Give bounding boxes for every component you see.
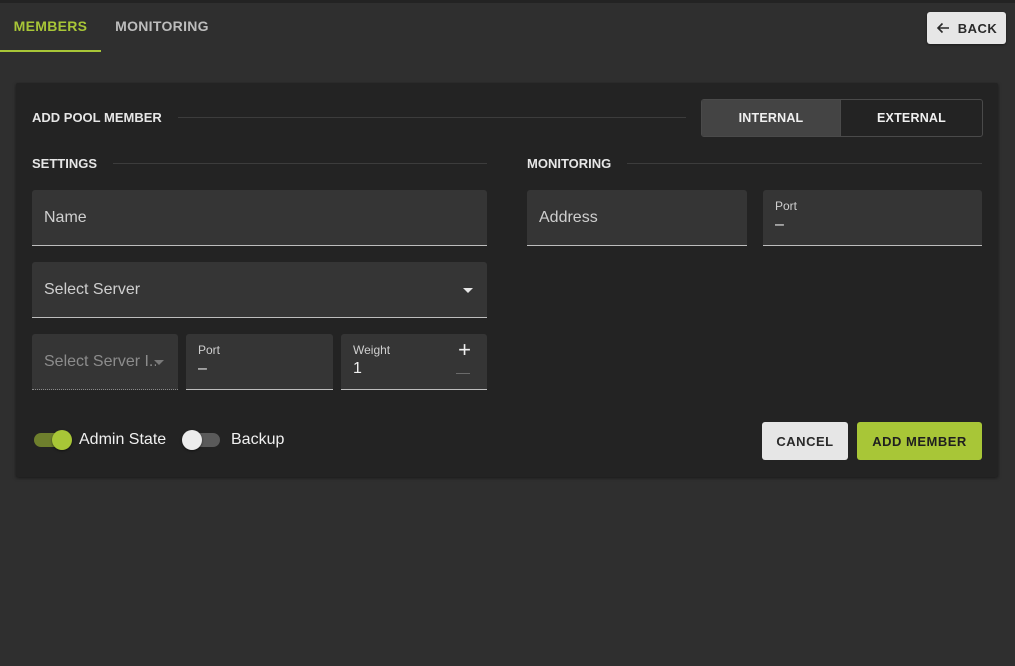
tab-members[interactable]: MEMBERS bbox=[0, 3, 101, 52]
minus-icon[interactable] bbox=[456, 373, 470, 374]
toggle-knob bbox=[52, 430, 72, 450]
external-member-option[interactable]: EXTERNAL MEMBER bbox=[840, 100, 982, 136]
select-server-placeholder: Select Server bbox=[44, 280, 141, 298]
settings-title: SETTINGS bbox=[32, 156, 98, 171]
add-member-button[interactable]: ADD MEMBER bbox=[857, 422, 982, 460]
tab-monitoring[interactable]: MONITORING bbox=[101, 3, 223, 52]
monitoring-address-field[interactable]: Address bbox=[527, 190, 747, 246]
chevron-down-icon bbox=[463, 288, 473, 293]
weight-value: 1 bbox=[353, 360, 362, 377]
add-pool-member-card: ADD POOL MEMBER INTERNAL MEMBER EXTERNAL… bbox=[16, 83, 998, 477]
monitoring-port-value: – bbox=[775, 216, 784, 233]
port-field[interactable]: Port – bbox=[186, 334, 333, 390]
port-value: – bbox=[198, 360, 207, 377]
back-button[interactable]: BACK bbox=[927, 12, 1006, 44]
card-title: ADD POOL MEMBER bbox=[32, 110, 162, 125]
plus-icon[interactable]: + bbox=[458, 339, 471, 361]
member-type-toggle: INTERNAL MEMBER EXTERNAL MEMBER bbox=[701, 99, 983, 137]
name-placeholder: Name bbox=[44, 208, 87, 226]
divider bbox=[113, 163, 487, 164]
monitoring-port-label: Port bbox=[775, 199, 798, 213]
select-server-dropdown[interactable]: Select Server bbox=[32, 262, 487, 318]
internal-member-option[interactable]: INTERNAL MEMBER bbox=[702, 100, 840, 136]
add-pool-member-heading: ADD POOL MEMBER bbox=[32, 110, 686, 125]
monitoring-title: MONITORING bbox=[527, 156, 612, 171]
select-server-interface-placeholder: Select Server I... bbox=[44, 352, 156, 370]
admin-state-toggle[interactable] bbox=[34, 430, 72, 450]
cancel-button[interactable]: CANCEL bbox=[762, 422, 848, 460]
divider bbox=[177, 117, 686, 118]
name-field[interactable]: Name bbox=[32, 190, 487, 246]
arrow-left-icon bbox=[936, 22, 949, 34]
back-button-label: BACK bbox=[957, 20, 998, 36]
admin-state-label: Admin State bbox=[79, 431, 167, 448]
settings-heading: SETTINGS bbox=[32, 156, 487, 171]
weight-stepper[interactable]: Weight 1 + bbox=[341, 334, 487, 390]
select-server-interface-dropdown[interactable]: Select Server I... bbox=[32, 334, 178, 390]
backup-toggle[interactable] bbox=[182, 430, 220, 450]
toggle-knob bbox=[182, 430, 202, 450]
monitoring-port-field[interactable]: Port – bbox=[763, 190, 982, 246]
top-navigation: MEMBERS MONITORING BACK bbox=[0, 0, 1015, 52]
divider bbox=[627, 163, 982, 164]
port-label: Port bbox=[198, 343, 221, 357]
backup-label: Backup bbox=[231, 431, 285, 448]
weight-label: Weight bbox=[353, 343, 391, 357]
address-placeholder: Address bbox=[539, 208, 598, 226]
chevron-down-icon bbox=[154, 360, 164, 365]
monitoring-heading: MONITORING bbox=[527, 156, 982, 171]
